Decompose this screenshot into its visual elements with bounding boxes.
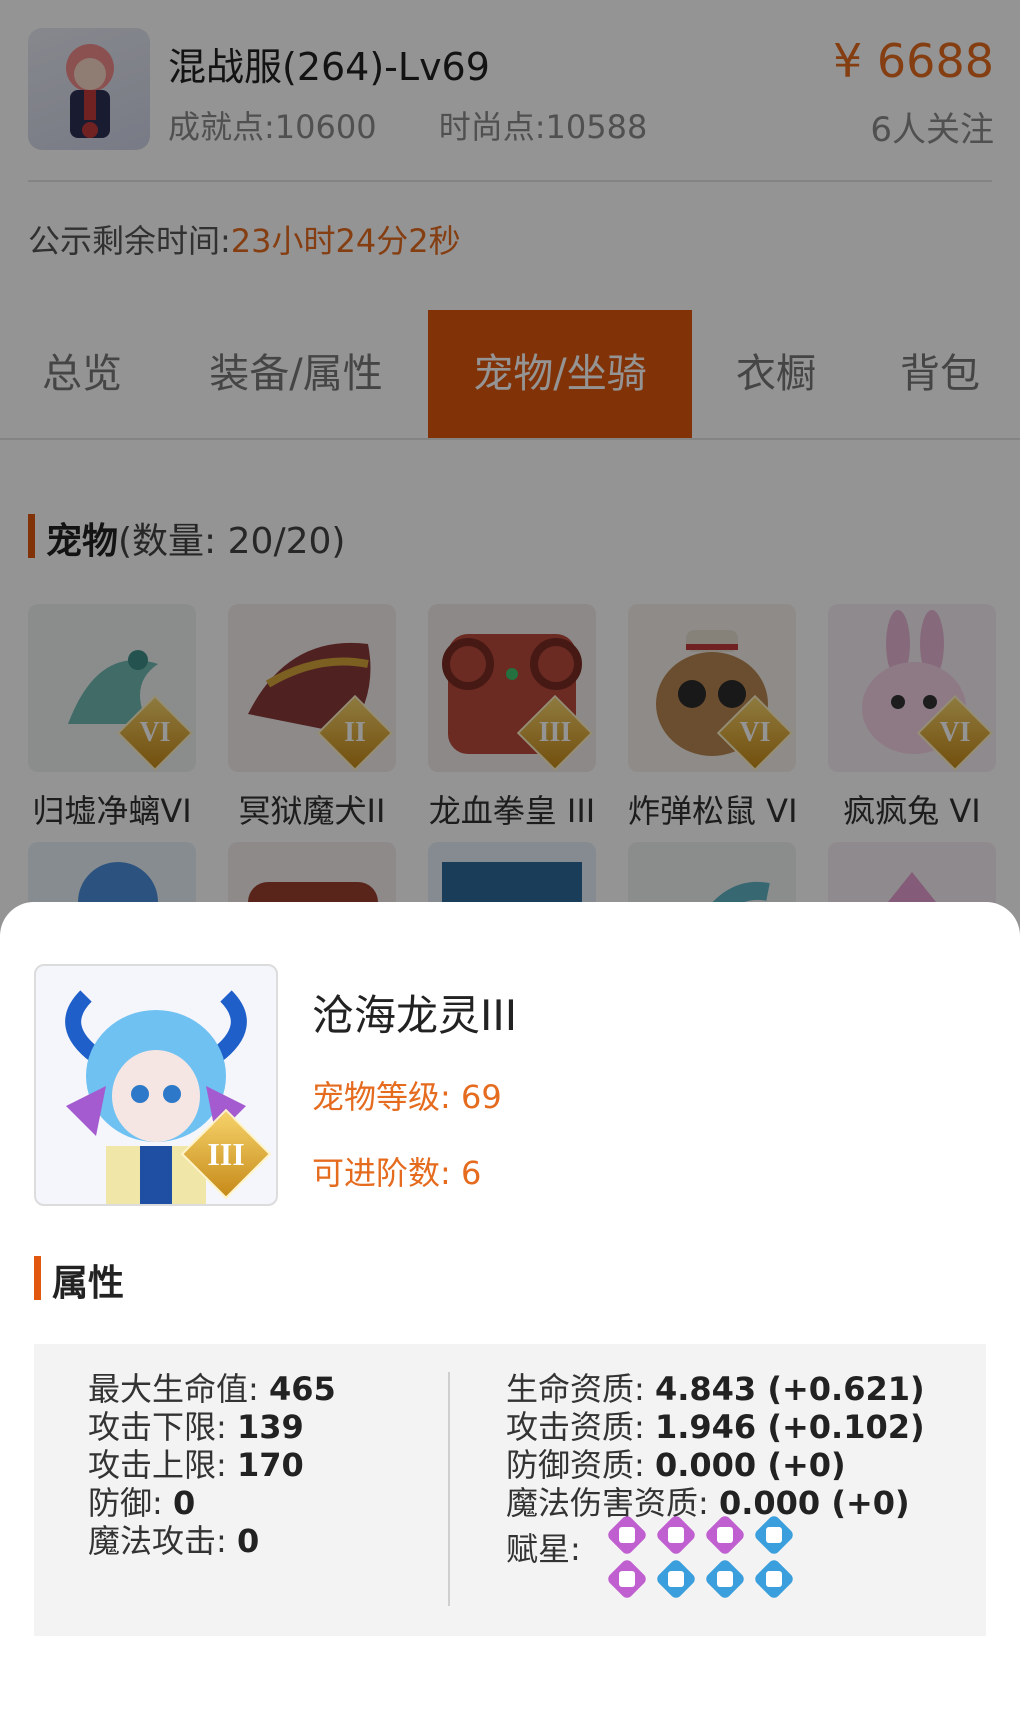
pet-level: 宠物等级: 69: [312, 1078, 502, 1116]
stat-magic-attack: 魔法攻击: 0: [88, 1522, 260, 1560]
attributes-section-title: 属性: [52, 1263, 125, 1304]
pet-detail-name: 沧海龙灵III: [312, 991, 518, 1040]
pet-detail-sheet: III 沧海龙灵III 宠物等级: 69 可进阶数: 6 属性 最大生命值: 4…: [0, 902, 1020, 1735]
column-divider: [448, 1372, 450, 1606]
apt-defense: 防御资质: 0.000 (+0): [506, 1446, 846, 1484]
apt-attack: 攻击资质: 1.946 (+0.102): [506, 1408, 925, 1446]
rank-badge: III: [207, 1136, 245, 1172]
apt-hp: 生命资质: 4.843 (+0.621): [506, 1370, 925, 1408]
pet-detail-image: III: [34, 964, 278, 1206]
section-marker: [34, 1256, 41, 1300]
stat-attack-min: 攻击下限: 139: [88, 1408, 304, 1446]
base-stats: 最大生命值: 465 攻击下限: 139 攻击上限: 170 防御: 0 魔法攻…: [88, 1370, 336, 1560]
stat-defense: 防御: 0: [88, 1484, 196, 1522]
stat-max-hp: 最大生命值: 465: [88, 1370, 336, 1408]
apt-magic: 魔法伤害资质: 0.000 (+0): [506, 1484, 910, 1522]
pet-advance-count: 可进阶数: 6: [312, 1154, 482, 1192]
attributes-panel: 最大生命值: 465 攻击下限: 139 攻击上限: 170 防御: 0 魔法攻…: [34, 1344, 986, 1636]
stat-attack-max: 攻击上限: 170: [88, 1446, 304, 1484]
